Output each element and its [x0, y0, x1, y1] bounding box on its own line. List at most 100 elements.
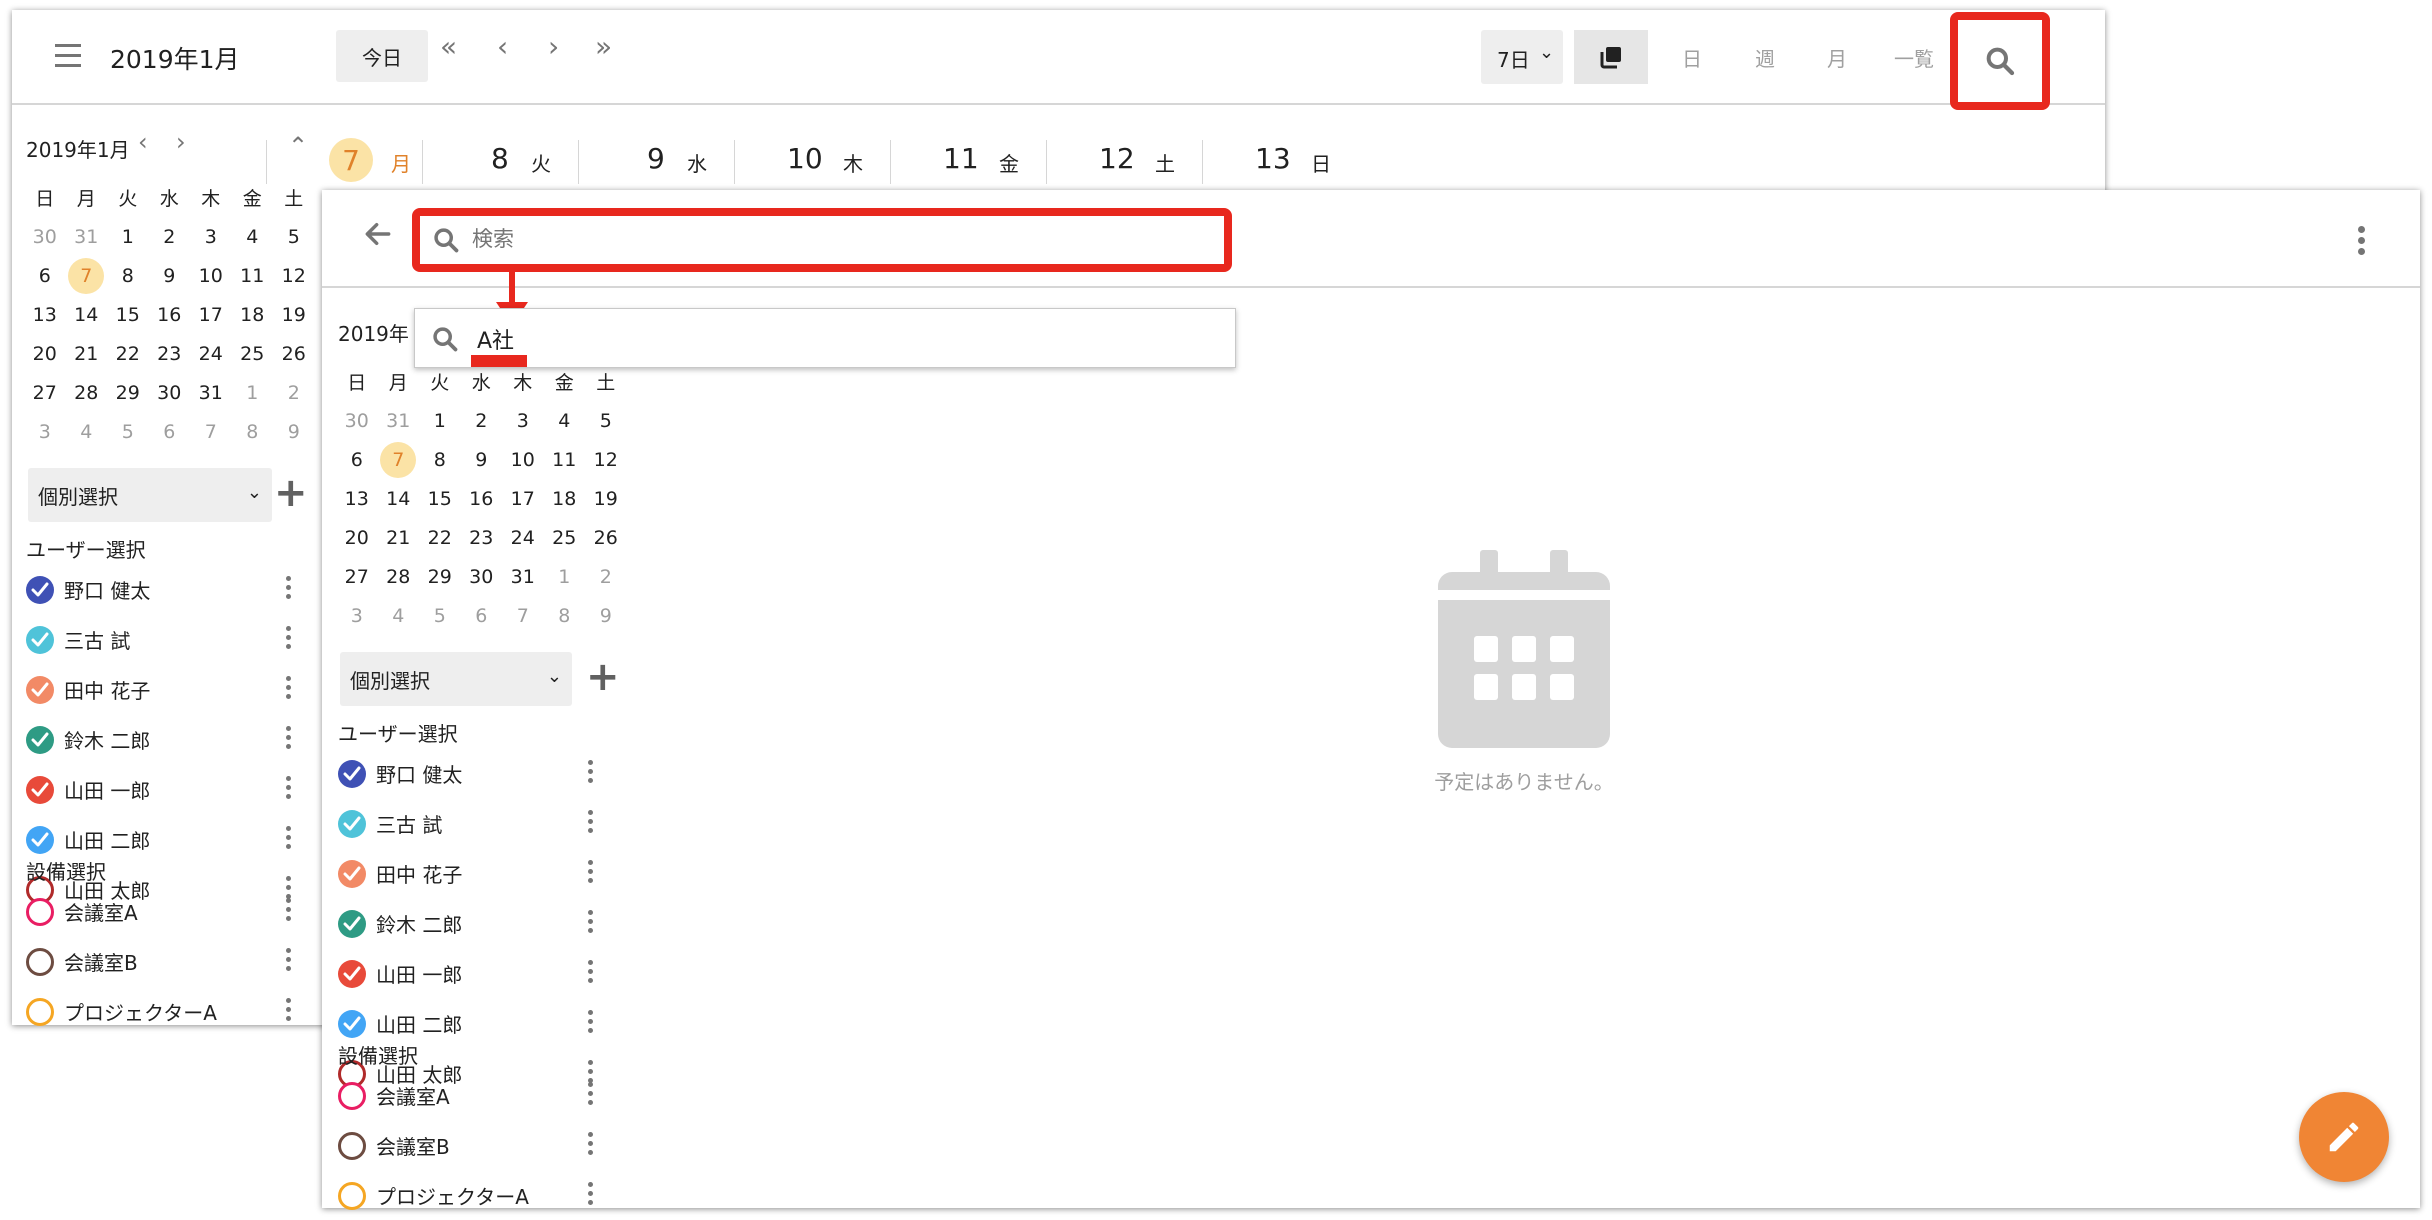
mini-day[interactable]: 6	[336, 440, 378, 479]
view-week-button[interactable]: 週	[1730, 30, 1800, 84]
mini-day[interactable]: 4	[232, 217, 274, 256]
mini-day[interactable]: 18	[544, 479, 586, 518]
mini-day[interactable]: 10	[190, 256, 232, 295]
mini-day[interactable]: 29	[419, 557, 461, 596]
mini-day[interactable]: 9	[585, 596, 627, 635]
facility-item[interactable]: 会議室A	[338, 1076, 598, 1114]
mini-day[interactable]: 28	[378, 557, 420, 596]
mini-day[interactable]: 10	[502, 440, 544, 479]
mini-day[interactable]: 17	[190, 295, 232, 334]
menu-icon[interactable]	[55, 44, 81, 68]
mini-day[interactable]: 3	[336, 596, 378, 635]
user-item[interactable]: 山田 一郎	[26, 770, 296, 808]
day-header[interactable]: 13 日	[1202, 140, 1358, 184]
checkbox-unchecked-icon[interactable]	[26, 948, 54, 976]
more-icon[interactable]	[286, 726, 292, 754]
add-icon[interactable]: +	[586, 654, 620, 700]
more-icon[interactable]	[588, 1132, 594, 1160]
mini-day[interactable]: 8	[107, 256, 149, 295]
mini-day[interactable]: 9	[461, 440, 503, 479]
search-button[interactable]	[1950, 12, 2050, 110]
mini-day[interactable]: 23	[461, 518, 503, 557]
more-icon[interactable]	[588, 760, 594, 788]
mini-day[interactable]: 19	[585, 479, 627, 518]
facility-item[interactable]: プロジェクターA	[338, 1176, 598, 1214]
mini-day[interactable]: 16	[461, 479, 503, 518]
mini-day[interactable]: 31	[502, 557, 544, 596]
mini-day[interactable]: 7	[66, 256, 108, 295]
mini-prev-icon[interactable]: ‹	[138, 128, 148, 156]
user-item[interactable]: 野口 健太	[338, 754, 598, 792]
mini-day[interactable]: 11	[232, 256, 274, 295]
mini-day[interactable]: 18	[232, 295, 274, 334]
checkbox-unchecked-icon[interactable]	[338, 1082, 366, 1110]
view-list-button[interactable]: 一覧	[1874, 30, 1954, 84]
day-header[interactable]: 12 土	[1046, 140, 1202, 184]
group-select[interactable]: 個別選択 ⌄	[340, 652, 572, 706]
checkbox-checked-icon[interactable]	[338, 1010, 366, 1038]
day-header[interactable]: 11 金	[890, 140, 1046, 184]
mini-day[interactable]: 31	[66, 217, 108, 256]
checkbox-unchecked-icon[interactable]	[338, 1182, 366, 1210]
search-field[interactable]	[412, 208, 1232, 272]
view-month-button[interactable]: 月	[1802, 30, 1872, 84]
user-item[interactable]: 田中 花子	[338, 854, 598, 892]
mini-day[interactable]: 2	[273, 373, 315, 412]
mini-day[interactable]: 12	[585, 440, 627, 479]
checkbox-checked-icon[interactable]	[26, 826, 54, 854]
range-select[interactable]: 7日 ⌄	[1481, 30, 1563, 84]
more-icon[interactable]	[588, 1010, 594, 1038]
more-icon[interactable]	[286, 826, 292, 854]
facility-item[interactable]: 会議室B	[26, 942, 296, 980]
more-icon[interactable]	[286, 626, 292, 654]
next-icon[interactable]: ›	[548, 30, 559, 63]
user-item[interactable]: 三古 試	[26, 620, 296, 658]
mini-day[interactable]: 2	[585, 557, 627, 596]
checkbox-checked-icon[interactable]	[338, 810, 366, 838]
mini-day[interactable]: 4	[66, 412, 108, 451]
mini-day[interactable]: 26	[273, 334, 315, 373]
mini-day[interactable]: 30	[149, 373, 191, 412]
search-input[interactable]	[472, 224, 1172, 254]
mini-day[interactable]: 28	[66, 373, 108, 412]
mini-day[interactable]: 2	[149, 217, 191, 256]
mini-day[interactable]: 9	[273, 412, 315, 451]
mini-day[interactable]: 3	[190, 217, 232, 256]
view-all-button[interactable]	[1574, 30, 1648, 84]
day-header[interactable]: 9水	[578, 140, 734, 184]
mini-day[interactable]: 27	[24, 373, 66, 412]
more-icon[interactable]	[588, 1182, 594, 1210]
mini-day[interactable]: 24	[502, 518, 544, 557]
today-button[interactable]: 今日	[336, 30, 428, 82]
user-item[interactable]: 鈴木 二郎	[338, 904, 598, 942]
mini-day[interactable]: 6	[24, 256, 66, 295]
user-item[interactable]: 鈴木 二郎	[26, 720, 296, 758]
checkbox-checked-icon[interactable]	[338, 760, 366, 788]
mini-day[interactable]: 4	[544, 401, 586, 440]
mini-day[interactable]: 15	[419, 479, 461, 518]
mini-day[interactable]: 8	[544, 596, 586, 635]
more-icon[interactable]	[2358, 226, 2365, 255]
more-icon[interactable]	[286, 776, 292, 804]
mini-day[interactable]: 25	[544, 518, 586, 557]
mini-day[interactable]: 5	[107, 412, 149, 451]
mini-day[interactable]: 3	[502, 401, 544, 440]
mini-day[interactable]: 31	[378, 401, 420, 440]
back-arrow-icon[interactable]	[362, 218, 394, 254]
facility-item[interactable]: プロジェクターA	[26, 992, 296, 1030]
mini-day[interactable]: 21	[378, 518, 420, 557]
mini-day[interactable]: 20	[336, 518, 378, 557]
more-icon[interactable]	[286, 898, 292, 926]
add-icon[interactable]: +	[274, 470, 308, 516]
mini-day[interactable]: 8	[419, 440, 461, 479]
mini-day[interactable]: 20	[24, 334, 66, 373]
more-icon[interactable]	[588, 810, 594, 838]
more-icon[interactable]	[588, 910, 594, 938]
mini-day[interactable]: 7	[190, 412, 232, 451]
mini-day[interactable]: 5	[585, 401, 627, 440]
mini-day[interactable]: 13	[24, 295, 66, 334]
user-item[interactable]: 山田 二郎	[26, 820, 296, 858]
mini-next-icon[interactable]: ›	[176, 128, 186, 156]
group-select[interactable]: 個別選択 ⌄	[28, 468, 272, 522]
day-header[interactable]: 8火	[422, 140, 578, 184]
